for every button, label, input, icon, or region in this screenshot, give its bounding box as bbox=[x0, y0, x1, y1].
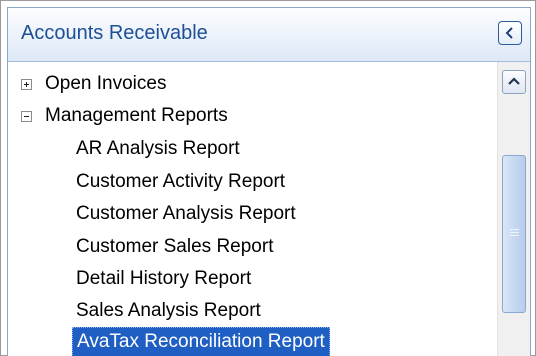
tree-node-label: Open Invoices bbox=[45, 73, 167, 94]
window-frame: Accounts Receivable Open Invoices Manage… bbox=[0, 0, 536, 356]
collapse-minus-icon[interactable] bbox=[21, 111, 32, 122]
grip-line bbox=[510, 235, 519, 236]
tree-item-avatax-reconciliation-report[interactable]: AvaTax Reconciliation Report bbox=[72, 327, 330, 356]
report-tree: Open Invoices Management Reports AR Anal… bbox=[8, 62, 498, 356]
tree-item-sales-analysis-report[interactable]: Sales Analysis Report bbox=[76, 296, 261, 326]
panel-title: Accounts Receivable bbox=[21, 22, 208, 44]
scrollbar-thumb[interactable] bbox=[502, 155, 526, 313]
grip-line bbox=[510, 232, 519, 233]
expand-plus-icon[interactable] bbox=[21, 79, 32, 90]
chevron-up-icon bbox=[508, 77, 520, 85]
tree-item-customer-sales-report[interactable]: Customer Sales Report bbox=[76, 232, 273, 262]
collapse-panel-button[interactable] bbox=[498, 21, 522, 45]
panel-header: Accounts Receivable bbox=[8, 8, 530, 62]
grip-lines-icon bbox=[510, 229, 519, 230]
tree-item-ar-analysis-report[interactable]: AR Analysis Report bbox=[76, 134, 240, 164]
tree-item-detail-history-report[interactable]: Detail History Report bbox=[76, 264, 251, 294]
tree-node-label: Management Reports bbox=[45, 105, 228, 126]
tree-item-customer-analysis-report[interactable]: Customer Analysis Report bbox=[76, 199, 296, 229]
scroll-up-button[interactable] bbox=[502, 70, 526, 94]
vertical-scrollbar[interactable] bbox=[497, 62, 530, 356]
accounts-receivable-panel: Accounts Receivable Open Invoices Manage… bbox=[7, 7, 531, 356]
chevron-left-icon bbox=[505, 27, 513, 39]
tree-item-customer-activity-report[interactable]: Customer Activity Report bbox=[76, 167, 285, 197]
